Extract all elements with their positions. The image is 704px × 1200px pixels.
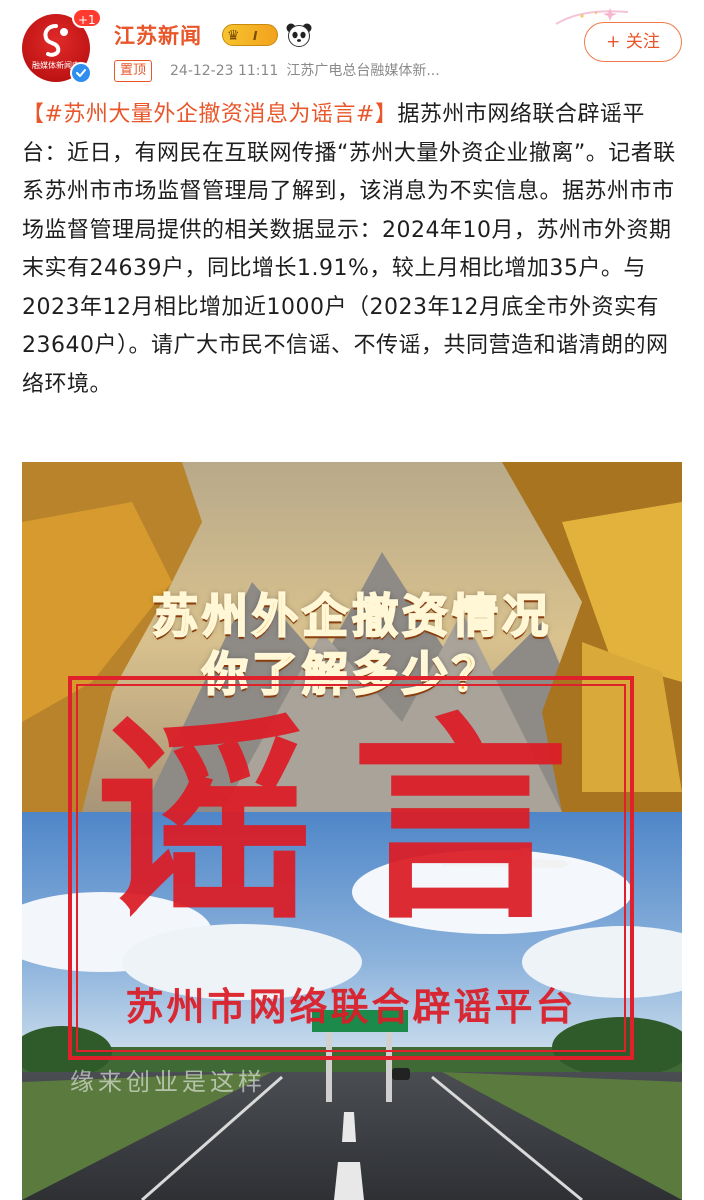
pinned-tag: 置顶 bbox=[114, 60, 153, 82]
notification-badge: +1 bbox=[72, 8, 102, 28]
post-body: 据苏州市网络联合辟谣平台：近日，有网民在互联网传播“苏州大量外资企业撤离”。记者… bbox=[22, 102, 676, 397]
image-watermark-text: 缘来创业是这样 bbox=[70, 1068, 266, 1096]
post-meta: 24-12-23 11:11 江苏广电总台融媒体新... bbox=[170, 60, 440, 82]
logo-mark bbox=[43, 24, 68, 57]
level-badge: ♛ I bbox=[222, 24, 278, 46]
rumor-stamp-text: 谣言 bbox=[95, 693, 607, 949]
post-header: 融媒体新闻中 +1 江苏新闻 ♛ I 置顶 24-12-23 11:11 江苏广电… bbox=[0, 0, 704, 92]
verified-icon bbox=[70, 62, 92, 84]
post-text: 【#苏州大量外企撤资消息为谣言#】据苏州市网络联合辟谣平台：近日，有网民在互联网… bbox=[22, 96, 686, 404]
follow-button[interactable]: + 关注 bbox=[584, 22, 682, 62]
rumor-stamp-source: 苏州市网络联合辟谣平台 bbox=[125, 985, 577, 1029]
post-source: 江苏广电总台融媒体新... bbox=[286, 63, 440, 79]
level-value: I bbox=[253, 29, 258, 43]
crown-icon: ♛ bbox=[227, 28, 240, 44]
image-title-line-1: 苏州外企撤资情况 bbox=[151, 588, 552, 644]
post-image[interactable]: 苏州外企撤资情况 你了解多少？ 谣言 苏州市网络联合辟谣平台 缘来创业是这样 bbox=[22, 462, 682, 1200]
panda-icon bbox=[286, 23, 312, 47]
hashtag-link[interactable]: 【#苏州大量外企撤资消息为谣言#】 bbox=[22, 102, 397, 127]
post-timestamp: 24-12-23 11:11 bbox=[170, 63, 279, 79]
account-name[interactable]: 江苏新闻 bbox=[114, 20, 202, 50]
